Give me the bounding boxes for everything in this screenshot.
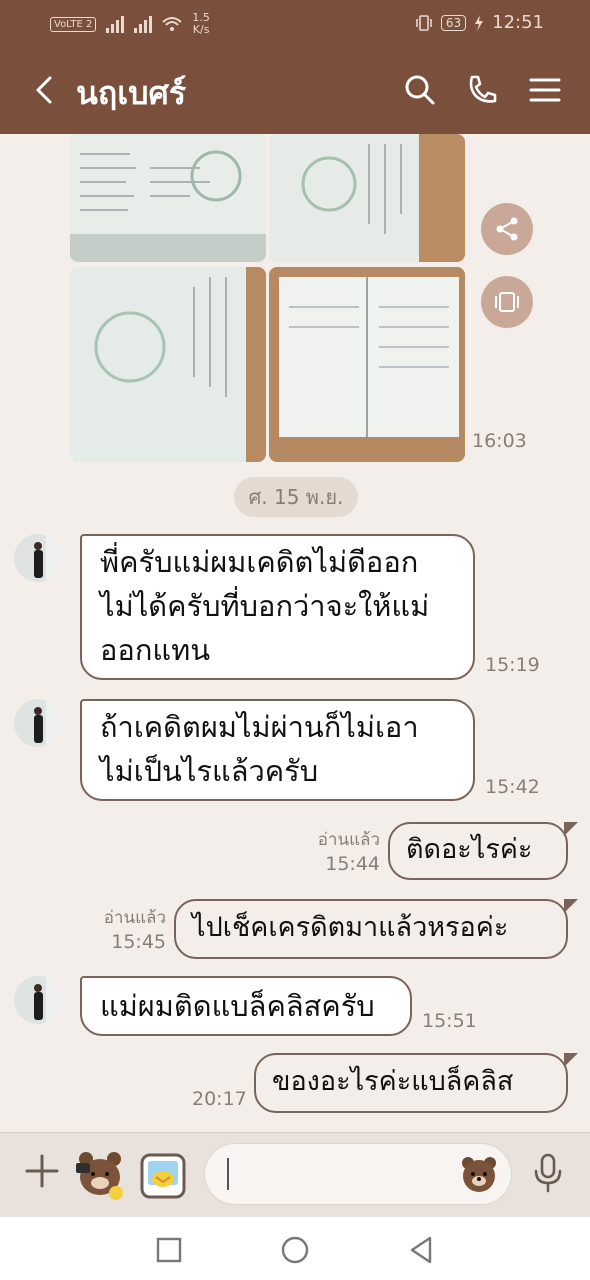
battery-level: 63 — [440, 14, 467, 31]
album-button[interactable] — [481, 276, 533, 328]
document-photo-icon — [301, 134, 465, 262]
sticker-icon[interactable] — [136, 1149, 190, 1203]
message-text-line: ออกแทน — [100, 633, 211, 667]
recent-apps-icon[interactable] — [152, 1233, 186, 1267]
share-button[interactable] — [481, 203, 533, 255]
message-input[interactable] — [204, 1143, 512, 1205]
chat-title: นฤเบศร์ — [76, 74, 186, 112]
date-divider: ศ. 15 พ.ย. — [234, 477, 358, 517]
message-timestamp: 15:45 — [111, 931, 166, 953]
message-text: ไปเช็คเครดิตมาแล้วหรอค่ะ — [192, 912, 509, 943]
message-text: ติดอะไรค่ะ — [406, 834, 533, 865]
status-right: 63 12:51 — [415, 12, 544, 33]
passbook-photo-icon — [279, 277, 459, 437]
signal-icon-2 — [134, 15, 153, 33]
avatar[interactable] — [14, 534, 62, 582]
speed-unit: K/s — [192, 23, 210, 36]
photo-thumbnail-4[interactable] — [269, 267, 465, 462]
bear-emoji-icon[interactable] — [459, 1154, 499, 1194]
message-text-line: พี่ครับแม่ผมเคดิตไม่ดีออก — [100, 545, 419, 579]
mic-icon[interactable] — [532, 1153, 564, 1193]
charging-icon — [475, 14, 484, 31]
outgoing-message-bubble[interactable]: ของอะไรค่ะแบล็คลิส — [254, 1053, 578, 1113]
incoming-message-bubble[interactable]: ถ้าเคดิตผมไม่ผ่านก็ไม่เอา ไม่เป็นไรแล้วค… — [80, 699, 475, 801]
message-timestamp: 15:44 — [325, 853, 380, 875]
avatar[interactable] — [14, 976, 62, 1024]
system-navigation-bar — [0, 1216, 590, 1280]
read-label: อ่านแล้ว — [103, 908, 166, 928]
message-text-line: ไม่ได้ครับที่บอกว่าจะให้แม่ — [100, 589, 430, 623]
back-triangle-icon[interactable] — [404, 1233, 438, 1267]
incoming-message-bubble[interactable]: แม่ผมติดแบล็คลิสครับ — [80, 976, 412, 1036]
read-receipt: อ่านแล้ว 15:45 — [80, 906, 166, 954]
wifi-icon — [162, 17, 183, 31]
plus-icon[interactable] — [24, 1153, 60, 1189]
incoming-message-bubble[interactable]: พี่ครับแม่ผมเคดิตไม่ดีออก ไม่ได้ครับที่บ… — [80, 534, 475, 680]
read-receipt: อ่านแล้ว 15:44 — [296, 828, 380, 876]
avatar[interactable] — [14, 699, 62, 747]
phone-icon[interactable] — [462, 70, 502, 110]
message-text-line: ไม่เป็นไรแล้วครับ — [100, 754, 319, 788]
photo-timestamp: 16:03 — [472, 430, 527, 452]
network-speed: 1.5 K/s — [192, 12, 210, 36]
status-bar: VoLTE 2 1.5 K/s 63 12:51 — [0, 0, 590, 46]
album-icon — [495, 292, 519, 312]
text-caret — [227, 1158, 229, 1190]
chat-area[interactable]: 16:03 ศ. 15 พ.ย. พี่ครับแม่ผมเคดิตไม่ดีอ… — [0, 134, 590, 1132]
status-left: VoLTE 2 1.5 K/s — [50, 12, 210, 36]
photo-thumbnail-3[interactable] — [70, 267, 266, 462]
share-icon — [496, 217, 518, 241]
signal-icon — [106, 15, 125, 33]
message-timestamp: 15:51 — [422, 1010, 477, 1032]
message-composer — [0, 1132, 590, 1216]
message-timestamp: 15:19 — [485, 654, 540, 676]
bear-sticker-icon[interactable] — [72, 1147, 128, 1203]
message-text: แม่ผมติดแบล็คลิสครับ — [100, 989, 375, 1023]
document-photo-icon — [94, 267, 266, 462]
message-timestamp: 15:42 — [485, 776, 540, 798]
search-icon[interactable] — [400, 70, 440, 110]
home-icon[interactable] — [278, 1233, 312, 1267]
document-photo-icon — [70, 150, 266, 262]
vibrate-icon — [416, 14, 432, 31]
outgoing-message-bubble[interactable]: ติดอะไรค่ะ — [388, 822, 578, 880]
chat-header: นฤเบศร์ — [0, 46, 590, 134]
message-timestamp: 20:17 — [192, 1088, 247, 1110]
read-label: อ่านแล้ว — [317, 830, 380, 850]
volte-badge: VoLTE 2 — [50, 16, 97, 32]
back-arrow-icon[interactable] — [26, 70, 66, 110]
clock: 12:51 — [492, 12, 544, 33]
message-text-line: ถ้าเคดิตผมไม่ผ่านก็ไม่เอา — [100, 710, 419, 744]
photo-thumbnail-2[interactable] — [269, 134, 465, 262]
message-text: ของอะไรค่ะแบล็คลิส — [272, 1066, 514, 1097]
photo-thumbnail-1[interactable] — [70, 134, 266, 262]
outgoing-message-bubble[interactable]: ไปเช็คเครดิตมาแล้วหรอค่ะ — [174, 899, 578, 959]
menu-icon[interactable] — [525, 70, 565, 110]
